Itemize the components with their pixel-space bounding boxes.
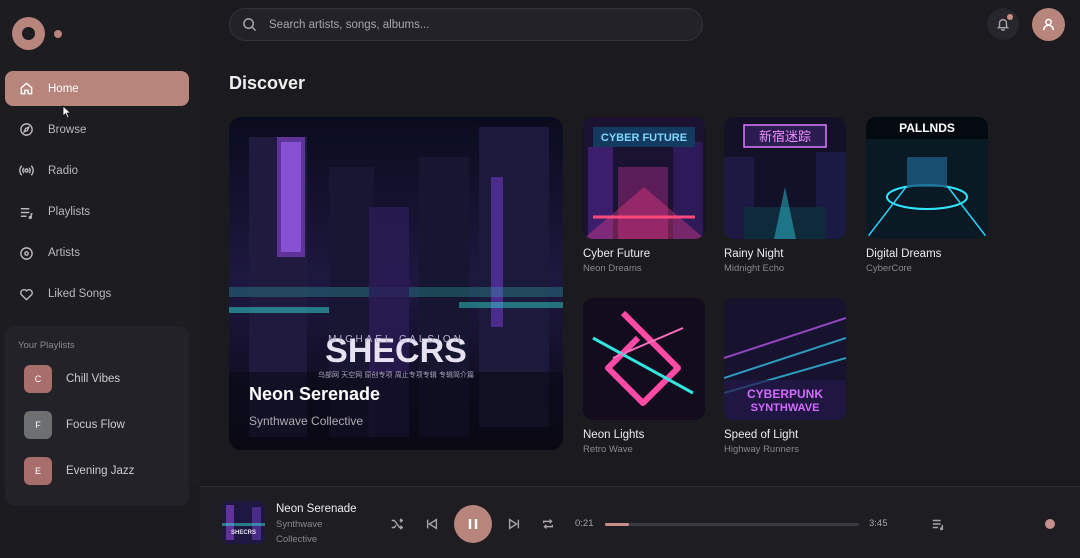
progress-fill [605,523,629,526]
elapsed-time: 0:21 [575,518,594,529]
queue-icon [932,519,944,531]
pause-icon [468,519,478,529]
duration-time: 3:45 [869,518,888,529]
album-art: CYBERPUNK SYNTHWAVE [724,298,846,420]
repeat-icon [542,519,554,529]
nav-item-home[interactable]: Home [5,71,189,106]
now-playing-artist-line1: Synthwave [276,519,323,530]
progress-bar[interactable] [605,523,859,526]
album-title: Rainy Night [724,248,784,260]
nav-label: Browse [48,123,87,136]
album-art-text: CYBER FUTURE [601,132,687,144]
album-art: PALLNDS [866,117,988,239]
volume-knob[interactable] [1045,519,1055,529]
nav-label: Artists [48,247,80,260]
album-art-text: PALLNDS [899,121,955,135]
now-playing-artist-line2: Collective [276,534,318,545]
compass-icon [18,122,34,138]
thumbnail-text: SHECRS [231,530,256,536]
nav-label: Radio [48,164,79,177]
pause-button[interactable] [454,505,492,543]
main-nav: Home Browse Radio Playlists Artists Like… [5,71,189,318]
featured-title: Neon Serenade [249,384,381,404]
album-art: 新宿迷踪 [724,117,846,239]
album-card-cyber-future[interactable]: CYBER FUTURE Cyber Future Neon Dreams [583,117,705,274]
player-bar: SHECRS Neon Serenade Synthwave Collectiv… [200,486,1080,558]
album-title: Speed of Light [724,429,799,441]
now-playing-thumbnail[interactable]: SHECRS [222,501,265,544]
album-card-digital-dreams[interactable]: PALLNDS Digital Dreams CyberCore [866,117,988,274]
playlist-item-chill-vibes[interactable]: C Chill Vibes [18,365,189,393]
home-icon [18,81,34,97]
disc-icon [18,245,34,261]
album-title: Cyber Future [583,248,651,260]
your-playlists-panel: Your Playlists C Chill Vibes F Focus Flo… [5,326,189,506]
featured-album-card[interactable]: SHECRS MICHAEL CALSION 乌部网 天空网 原创专项 周止专项… [229,117,563,450]
shuffle-icon [391,518,404,530]
search-icon [243,18,257,32]
nav-item-browse[interactable]: Browse [5,112,189,147]
radio-icon [18,163,34,179]
playlist-label: Focus Flow [66,419,125,431]
playlist-badge: F [24,411,52,439]
nav-item-artists[interactable]: Artists [5,236,189,271]
featured-art-tagline: 乌部网 天空网 原创专项 周止专项专辑 专辑简介篇 [318,370,474,379]
nav-label: Liked Songs [48,288,112,301]
nav-label: Playlists [48,206,91,219]
search-bar [229,8,703,41]
featured-art-subtitle: MICHAEL CALSION [328,334,464,345]
playlist-badge: C [24,365,52,393]
skip-forward-icon [508,518,520,530]
album-art-text-1: CYBERPUNK [747,387,823,401]
logo-ring [12,17,45,50]
skip-back-icon [426,518,438,530]
page-title: Discover [229,73,306,93]
repeat-button[interactable] [540,516,556,532]
your-playlists-title: Your Playlists [18,340,75,351]
playlist-label: Evening Jazz [66,465,135,477]
album-artist: Retro Wave [583,444,633,455]
heart-icon [18,286,34,302]
search-input[interactable] [269,18,669,31]
featured-artist: Synthwave Collective [249,414,364,428]
playlist-item-evening-jazz[interactable]: E Evening Jazz [18,457,189,485]
playlist-icon [18,204,34,220]
nav-item-radio[interactable]: Radio [5,153,189,188]
album-artist: Midnight Echo [724,263,785,274]
album-art-text-2: SYNTHWAVE [751,402,820,414]
next-button[interactable] [506,516,522,532]
app-logo[interactable] [12,17,66,51]
album-title: Digital Dreams [866,248,942,260]
playlist-item-focus-flow[interactable]: F Focus Flow [18,411,189,439]
album-card-speed-of-light[interactable]: CYBERPUNK SYNTHWAVE Speed of Light Highw… [724,298,846,455]
now-playing-title: Neon Serenade [276,503,357,515]
sidebar: Home Browse Radio Playlists Artists Like… [0,0,200,506]
user-icon [1042,18,1055,31]
album-artist: CyberCore [866,263,912,274]
album-artist: Highway Runners [724,444,799,455]
avatar[interactable] [1032,8,1065,41]
album-art [583,298,705,420]
notification-badge [1007,14,1013,20]
previous-button[interactable] [424,516,440,532]
playlist-label: Chill Vibes [66,373,121,385]
playlist-badge: E [24,457,52,485]
shuffle-button[interactable] [389,516,405,532]
album-art: CYBER FUTURE [583,117,705,239]
nav-item-liked-songs[interactable]: Liked Songs [5,277,189,312]
queue-button[interactable] [930,516,946,532]
notifications-button[interactable] [987,8,1019,40]
album-artist: Neon Dreams [583,263,642,274]
album-card-rainy-night[interactable]: 新宿迷踪 Rainy Night Midnight Echo [724,117,846,274]
nav-item-playlists[interactable]: Playlists [5,195,189,230]
nav-label: Home [48,82,79,95]
album-card-neon-lights[interactable]: Neon Lights Retro Wave [583,298,705,455]
logo-dot [54,30,62,38]
mouse-cursor-icon [62,105,72,119]
album-title: Neon Lights [583,429,645,441]
album-art-text: 新宿迷踪 [759,129,811,145]
